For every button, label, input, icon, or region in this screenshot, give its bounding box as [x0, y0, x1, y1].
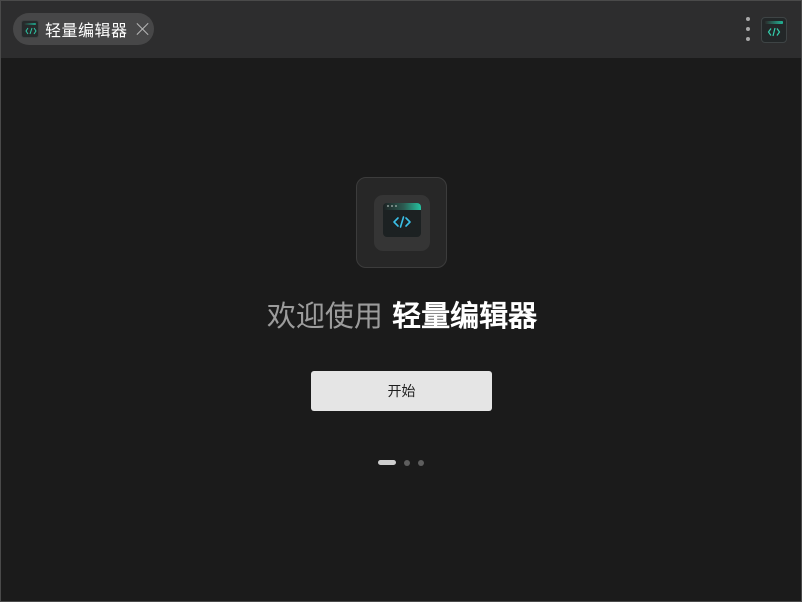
- close-icon[interactable]: [136, 22, 150, 36]
- welcome-app-name: 轻量编辑器: [392, 299, 538, 333]
- app-window: 轻量编辑器 欢迎使用 轻量编辑器 开始: [0, 0, 802, 602]
- tab-title: 轻量编辑器: [45, 21, 128, 40]
- welcome-heading: 欢迎使用 轻量编辑器: [1, 297, 801, 335]
- page-indicator: [378, 459, 424, 466]
- title-bar: 轻量编辑器: [1, 1, 801, 58]
- code-editor-icon: [21, 20, 39, 38]
- editor-tab[interactable]: 轻量编辑器: [13, 13, 154, 45]
- code-editor-icon: [767, 27, 781, 37]
- page-dot-3[interactable]: [418, 459, 424, 466]
- welcome-prefix: 欢迎使用: [266, 299, 383, 333]
- start-button[interactable]: 开始: [311, 371, 492, 411]
- code-editor-icon: [383, 203, 421, 237]
- more-vertical-icon[interactable]: [743, 17, 753, 41]
- app-logo-inner: [374, 195, 430, 251]
- page-dot-1[interactable]: [378, 460, 396, 465]
- app-logo: [356, 177, 447, 268]
- app-icon-button[interactable]: [761, 17, 787, 43]
- page-dot-2[interactable]: [404, 459, 410, 466]
